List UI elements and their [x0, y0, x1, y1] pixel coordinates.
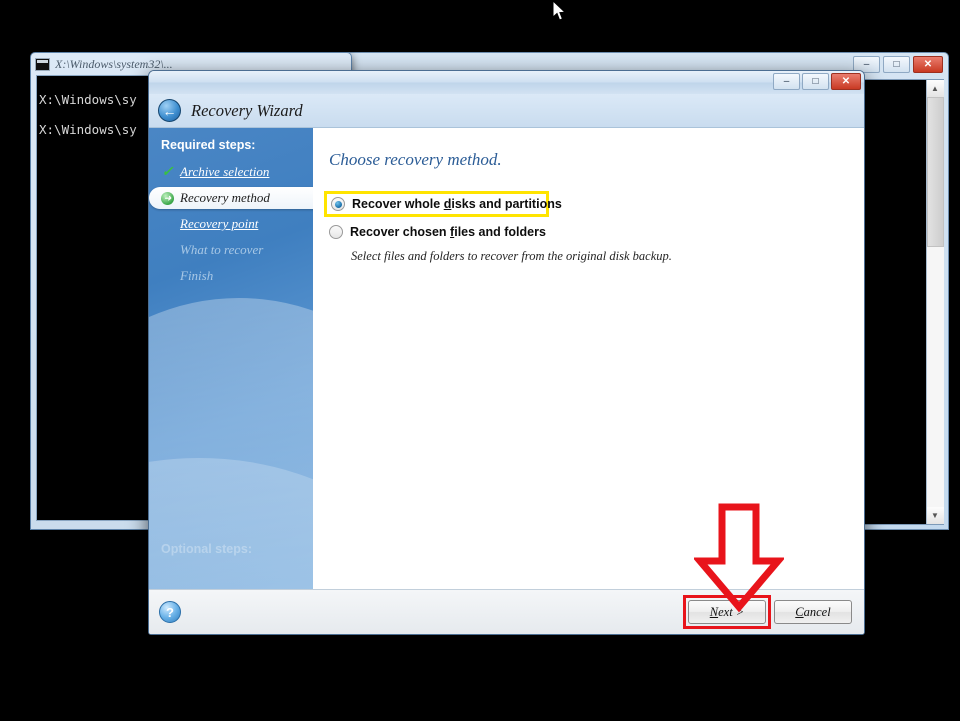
close-button[interactable]: ✕: [831, 73, 861, 90]
sidebar-step-what-to-recover: What to recover: [149, 239, 313, 261]
vertical-scrollbar[interactable]: ▲ ▼: [926, 80, 944, 524]
radio-option-label: Recover chosen files and folders: [350, 225, 546, 239]
scroll-down-icon[interactable]: ▼: [926, 507, 944, 524]
sidebar-step-label: Finish: [180, 268, 214, 283]
check-icon: ✓: [161, 164, 174, 180]
wizard-caption-bar[interactable]: – □ ✕: [149, 71, 864, 94]
sidebar-step-recovery-point[interactable]: Recovery point: [149, 213, 313, 235]
radio-button-selected-icon[interactable]: [331, 197, 345, 211]
sidebar-step-recovery-method[interactable]: ➜ Recovery method: [149, 187, 313, 209]
radio-button-icon[interactable]: [329, 225, 343, 239]
sidebar-step-finish: Finish: [149, 265, 313, 287]
close-button-background[interactable]: ✕: [913, 56, 943, 73]
desktop: – □ ✕ ▲ ▼ X:\Windows\system32\... X:\Win…: [0, 0, 960, 721]
sidebar-step-label: Archive selection: [180, 164, 270, 179]
scroll-up-icon[interactable]: ▲: [926, 80, 944, 97]
arrow-right-icon: ➜: [161, 191, 174, 205]
option-description: Select files and folders to recover from…: [351, 249, 672, 263]
cancel-button-wrap: Cancel: [774, 600, 852, 624]
wizard-title: Recovery Wizard: [191, 100, 303, 120]
maximize-button-background[interactable]: □: [883, 56, 910, 73]
radio-option-chosen-files[interactable]: Recover chosen files and folders: [329, 222, 864, 242]
maximize-button[interactable]: □: [802, 73, 829, 90]
red-arrow-annotation: [694, 503, 784, 613]
scrollbar-track[interactable]: [926, 97, 944, 507]
cancel-button[interactable]: Cancel: [774, 600, 852, 624]
sidebar-step-label: What to recover: [180, 242, 264, 257]
sidebar-step-archive-selection[interactable]: ✓ Archive selection: [149, 161, 313, 183]
minimize-button[interactable]: –: [773, 73, 800, 90]
radio-option-whole-disks[interactable]: Recover whole disks and partitions: [324, 191, 562, 217]
radio-option-label: Recover whole disks and partitions: [352, 197, 562, 211]
sidebar-step-label: Recovery point: [180, 216, 259, 231]
decorative-swoosh: [149, 458, 313, 589]
sidebar-step-label: Recovery method: [180, 190, 270, 205]
wizard-sidebar: Required steps: ✓ Archive selection ➜ Re…: [149, 128, 313, 589]
mouse-cursor: [553, 1, 567, 21]
sidebar-title: Required steps:: [161, 138, 256, 152]
scrollbar-thumb[interactable]: [926, 97, 944, 247]
optional-steps-title: Optional steps:: [161, 542, 252, 556]
command-prompt-icon: [35, 57, 50, 71]
wizard-header: ← Recovery Wizard: [149, 94, 864, 128]
help-icon[interactable]: ?: [159, 601, 181, 623]
back-arrow-icon[interactable]: ←: [158, 99, 181, 122]
content-heading: Choose recovery method.: [329, 150, 502, 169]
